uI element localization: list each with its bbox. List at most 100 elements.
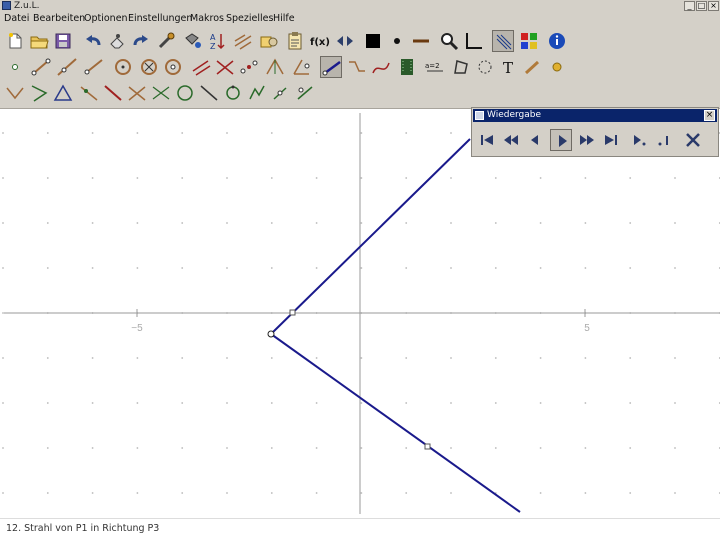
triangle-marked-icon[interactable] [52,82,74,104]
menu-datei[interactable]: Datei [4,13,29,25]
menu-bearbeiten[interactable]: Bearbeiten [33,13,85,25]
grid-dot [405,357,408,359]
close-window-button[interactable]: × [708,1,719,11]
translate-icon[interactable] [294,82,316,104]
midpoint-icon[interactable] [238,56,260,78]
color-tool-icon[interactable] [182,30,204,52]
function-icon[interactable]: f(x) [308,30,330,52]
playback-window-icon [475,111,484,120]
maximize-button[interactable]: □ [696,1,707,11]
menu-optionen[interactable]: Optionen [84,13,128,25]
angle-icon[interactable] [290,56,312,78]
skip-end-icon[interactable] [600,129,622,151]
ray-direction-icon[interactable] [320,56,342,78]
polygon-line-icon[interactable] [346,56,368,78]
tangent-icon[interactable] [174,82,196,104]
menu-einstellungen[interactable]: Einstellungen [128,13,192,25]
info-icon[interactable] [546,30,568,52]
redo-icon[interactable] [130,30,152,52]
menu-hilfe[interactable]: Hilfe [273,13,295,25]
menu-makros[interactable]: Makros [190,13,224,25]
line-width-icon[interactable] [410,30,432,52]
parallel-icon[interactable] [190,56,212,78]
vector-icon[interactable] [4,82,26,104]
point-icon[interactable] [4,56,26,78]
circle-fixed-icon[interactable] [138,56,160,78]
grid-icon[interactable] [492,30,514,52]
quadrilateral-icon[interactable] [450,56,472,78]
new-file-icon[interactable] [4,30,26,52]
edit-tool-icon[interactable] [156,30,178,52]
point-size-icon[interactable] [386,30,408,52]
save-file-icon[interactable] [52,30,74,52]
minimize-button[interactable]: _ [684,1,695,11]
line-icon[interactable] [56,56,78,78]
triangle-icon[interactable] [28,82,50,104]
clipboard-icon[interactable] [284,30,306,52]
hide-icon[interactable] [522,56,544,78]
intersect-lines-icon[interactable] [126,82,148,104]
step-backward-icon[interactable] [524,129,546,151]
step-end-icon[interactable] [652,129,674,151]
grid-dot [315,402,318,404]
open-file-icon[interactable] [28,30,50,52]
equal-icon[interactable]: a=2 [424,56,446,78]
black-square-icon[interactable] [362,30,384,52]
rotate-icon[interactable] [270,82,292,104]
circle-center-icon[interactable] [162,56,184,78]
close-playback-icon[interactable] [682,129,704,151]
segment-icon[interactable] [30,56,52,78]
grid-dot [226,402,228,404]
skip-start-icon[interactable] [476,129,498,151]
reflect-icon[interactable] [246,82,268,104]
perpendicular-icon[interactable] [102,82,124,104]
animate-icon[interactable] [546,56,568,78]
function-label: f(x) [310,37,330,48]
menu-spezielles[interactable]: Spezielles [226,13,273,25]
sort-icon[interactable]: AZ [206,30,228,52]
play-icon[interactable] [550,129,572,151]
intersection-icon[interactable] [214,56,236,78]
delete-icon[interactable] [106,30,128,52]
grid-dot [46,447,49,449]
geometry-plot[interactable]: −5 5 [0,109,720,514]
ray-icon[interactable] [82,56,104,78]
zoom-icon[interactable] [438,30,460,52]
arc-icon[interactable] [198,82,220,104]
point-p2[interactable] [289,309,296,316]
grid-dot [46,492,49,494]
fast-forward-icon[interactable] [576,129,598,151]
playback-title-bar[interactable]: Wiedergabe × [473,109,717,122]
ray-lower[interactable] [270,333,521,513]
grid-dot [450,177,452,179]
grid-dot [315,357,318,359]
grid-dot [450,402,452,404]
line-through-icon[interactable] [78,82,100,104]
menu-bar: Datei Bearbeiten Optionen Einstellungen … [0,12,720,26]
film-icon[interactable] [396,56,418,78]
hide-lines-icon[interactable] [232,30,254,52]
circle-three-points-icon[interactable] [150,82,172,104]
playback-close-button[interactable]: × [704,110,715,121]
axes-icon[interactable] [462,30,484,52]
grid-dot [539,492,542,494]
text-icon[interactable]: T [498,56,520,78]
point-p1[interactable] [267,330,275,338]
angle-bisector-icon[interactable] [264,56,286,78]
parallel-lines-icon[interactable] [222,82,244,104]
circle-icon[interactable] [112,56,134,78]
arrows-icon[interactable] [334,30,356,52]
point-p3[interactable] [424,443,431,450]
toolbar-row-3 [2,80,718,106]
macro-icon[interactable] [258,30,280,52]
circle-points-icon[interactable] [474,56,496,78]
drawing-canvas[interactable]: −5 5 [0,109,720,514]
step-forward-icon[interactable] [628,129,650,151]
undo-icon[interactable] [82,30,104,52]
grid-dot [674,222,676,224]
grid-dot [181,492,184,494]
color-palette-icon[interactable] [518,30,540,52]
curve-icon[interactable] [370,56,392,78]
fast-backward-icon[interactable] [500,129,522,151]
ray-upper[interactable] [270,138,471,335]
